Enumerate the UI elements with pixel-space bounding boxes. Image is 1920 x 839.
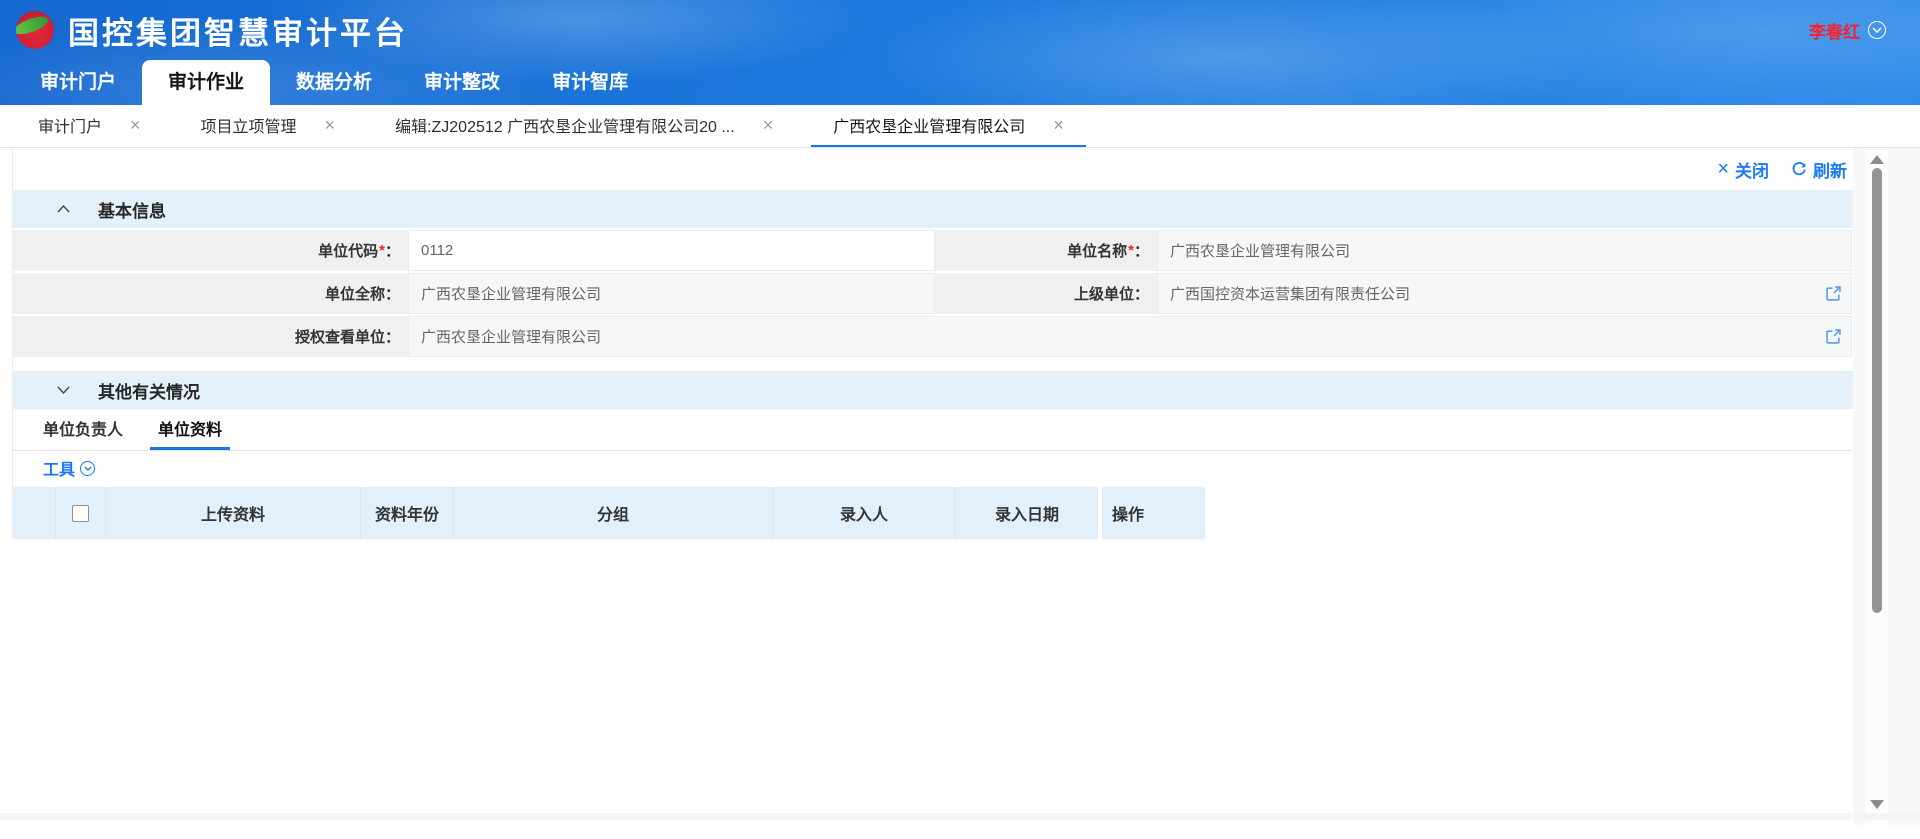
materials-table-header: 上传资料 资料年份 分组 录入人 录入日期 操作	[13, 487, 1853, 539]
unit-code-input[interactable]	[421, 242, 922, 259]
app-title: 国控集团智慧审计平台	[68, 8, 408, 53]
page-tab-company-detail[interactable]: 广西农垦企业管理有限公司 ×	[811, 105, 1086, 147]
field-label-unit-code: 单位代码*：	[13, 230, 408, 271]
field-label-authorized-units: 授权查看单位：	[13, 316, 408, 357]
section-title: 其他有关情况	[98, 378, 200, 403]
page-tab-label[interactable]: 广西农垦企业管理有限公司	[833, 113, 1025, 137]
tab-close-icon[interactable]: ×	[130, 116, 141, 134]
field-value-unit-name: 广西农垦企业管理有限公司	[1157, 230, 1852, 271]
nav-tab-audit-work[interactable]: 审计作业	[142, 60, 270, 105]
nav-tab-audit-rectify[interactable]: 审计整改	[398, 60, 526, 105]
subtab-unit-leader[interactable]: 单位负责人	[35, 409, 131, 450]
page-tab-edit-project[interactable]: 编辑:ZJ202512 广西农垦企业管理有限公司20 ... ×	[373, 105, 795, 147]
checkbox-column-header	[56, 487, 106, 539]
column-header-enterer[interactable]: 录入人	[773, 487, 956, 539]
column-header-group[interactable]: 分组	[454, 487, 773, 539]
scrollbar-thumb[interactable]	[1872, 168, 1882, 613]
field-label-parent-unit: 上级单位：	[935, 273, 1157, 314]
panel-actions: × 关闭 刷新	[13, 148, 1853, 190]
user-menu[interactable]: 李春红	[1809, 18, 1904, 43]
section-basic-info-header[interactable]: 基本信息	[13, 190, 1853, 228]
detail-panel: × 关闭 刷新 基本信息 单位代码*：	[12, 148, 1853, 539]
close-icon: ×	[1717, 158, 1729, 181]
page-tab-label[interactable]: 编辑:ZJ202512 广西农垦企业管理有限公司20 ...	[395, 113, 735, 137]
page-tab-project-setup[interactable]: 项目立项管理 ×	[179, 105, 358, 147]
nav-tab-data-analysis[interactable]: 数据分析	[270, 60, 398, 105]
external-link-icon[interactable]	[1826, 286, 1841, 305]
close-label: 关闭	[1735, 157, 1769, 182]
other-info-subtabs: 单位负责人 单位资料	[13, 409, 1853, 451]
refresh-icon	[1791, 161, 1807, 177]
app-header: 国控集团智慧审计平台 李春红 审计门户 审计作业 数据分析 审计整改 审计智库	[0, 0, 1920, 105]
refresh-label: 刷新	[1813, 157, 1847, 182]
field-value-unit-fullname: 广西农垦企业管理有限公司	[408, 273, 935, 314]
main-nav: 审计门户 审计作业 数据分析 审计整改 审计智库	[0, 60, 1920, 105]
field-value-unit-code[interactable]	[408, 230, 935, 271]
chevron-up-icon[interactable]	[57, 205, 70, 213]
banner: 国控集团智慧审计平台 李春红	[0, 0, 1920, 60]
section-title: 基本信息	[98, 197, 166, 222]
field-label-unit-fullname: 单位全称：	[13, 273, 408, 314]
company-logo-icon	[16, 11, 54, 49]
bottom-strip	[0, 813, 1920, 820]
page-tab-label[interactable]: 项目立项管理	[201, 113, 297, 137]
column-header-year[interactable]: 资料年份	[361, 487, 454, 539]
tools-chevron-down-icon[interactable]	[80, 461, 95, 476]
column-header-upload[interactable]: 上传资料	[106, 487, 361, 539]
select-all-checkbox[interactable]	[72, 505, 89, 522]
field-value-parent-unit: 广西国控资本运营集团有限责任公司	[1157, 273, 1852, 314]
section-other-info-header[interactable]: 其他有关情况	[13, 371, 1853, 409]
external-link-icon[interactable]	[1826, 329, 1841, 348]
field-value-authorized-units: 广西农垦企业管理有限公司	[408, 316, 1852, 357]
nav-tab-audit-portal[interactable]: 审计门户	[14, 60, 142, 105]
user-chevron-down-icon[interactable]	[1868, 21, 1886, 39]
refresh-button[interactable]: 刷新	[1791, 157, 1847, 182]
tools-dropdown[interactable]: 工具	[43, 456, 75, 480]
page-tab-audit-portal[interactable]: 审计门户 ×	[16, 105, 163, 147]
page-tab-label[interactable]: 审计门户	[38, 113, 102, 137]
vertical-scrollbar[interactable]	[1866, 148, 1888, 825]
expand-column-header	[13, 487, 56, 539]
nav-tab-audit-library[interactable]: 审计智库	[526, 60, 654, 105]
tools-row: 工具	[13, 451, 1853, 485]
tab-close-icon[interactable]: ×	[325, 116, 336, 134]
chevron-down-icon[interactable]	[57, 386, 70, 394]
column-header-entry-date[interactable]: 录入日期	[956, 487, 1098, 539]
basic-info-form: 单位代码*： 单位名称*： 广西农垦企业管理有限公司 单位全称： 广西农垦企业管…	[13, 230, 1853, 357]
content-area: × 关闭 刷新 基本信息 单位代码*：	[0, 148, 1920, 839]
user-name[interactable]: 李春红	[1809, 18, 1860, 43]
close-button[interactable]: × 关闭	[1717, 157, 1769, 182]
scrollbar-down-arrow-icon[interactable]	[1870, 800, 1884, 809]
tab-close-icon[interactable]: ×	[763, 116, 774, 134]
column-header-action: 操作	[1102, 487, 1205, 539]
tab-close-icon[interactable]: ×	[1053, 116, 1064, 134]
field-label-unit-name: 单位名称*：	[935, 230, 1157, 271]
page-tab-bar: 审计门户 × 项目立项管理 × 编辑:ZJ202512 广西农垦企业管理有限公司…	[0, 105, 1920, 148]
subtab-unit-materials[interactable]: 单位资料	[150, 409, 230, 450]
scrollbar-up-arrow-icon[interactable]	[1870, 155, 1884, 164]
